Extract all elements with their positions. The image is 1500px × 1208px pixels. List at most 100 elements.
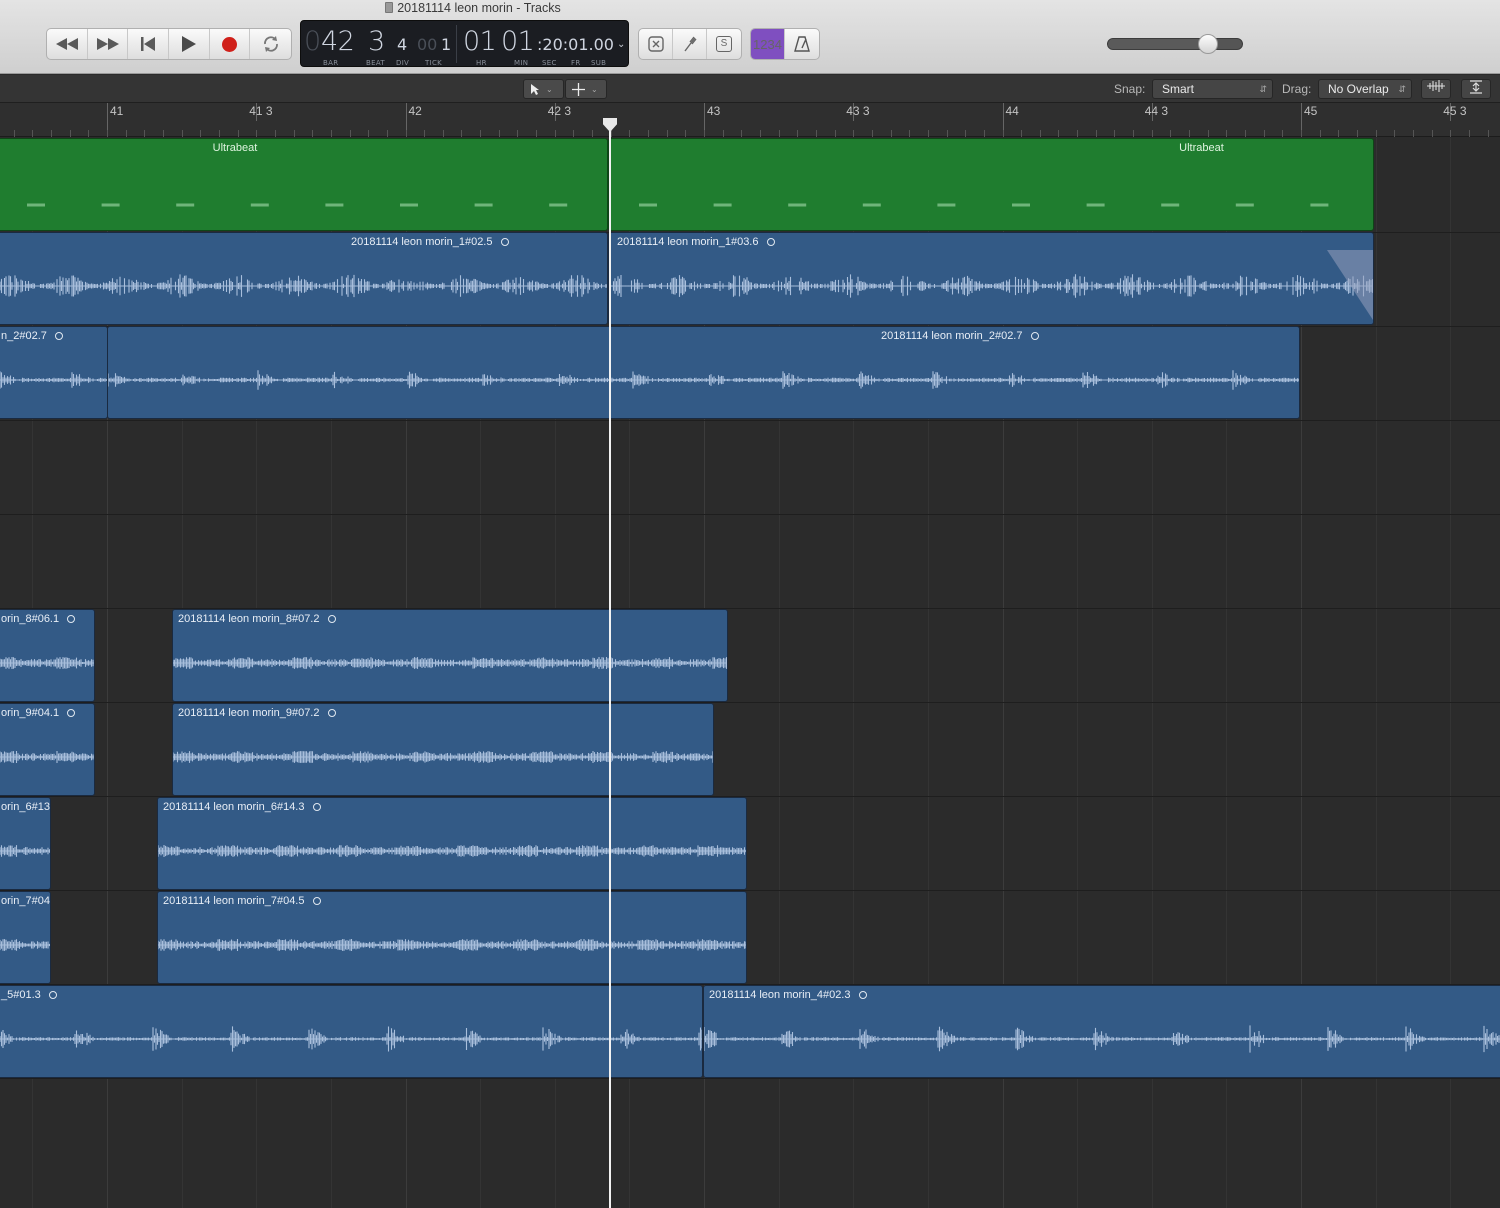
cycle-button[interactable] <box>250 29 291 59</box>
ruler-minor-tick <box>125 130 127 137</box>
lcd-label-div: DIV <box>396 59 410 67</box>
count-in-button[interactable]: 1234 <box>751 29 785 59</box>
loop-icon <box>54 332 63 340</box>
audio-region[interactable]: orin_7#04. <box>0 891 51 984</box>
ruler-minor-tick <box>704 130 705 137</box>
ruler-minor-tick <box>386 130 388 137</box>
vertical-zoom-button[interactable] <box>1461 79 1491 99</box>
region-name: 20181114 leon morin_9#07.2 <box>178 707 336 719</box>
midi-region[interactable]: Ultrabeat <box>608 138 1374 231</box>
audio-region[interactable]: 20181114 leon morin_9#07.2 <box>172 703 714 796</box>
record-button[interactable] <box>210 29 251 59</box>
rewind-button[interactable] <box>47 29 88 59</box>
waveform <box>158 845 746 857</box>
master-volume-slider[interactable] <box>1107 38 1243 50</box>
audio-region[interactable]: 20181114 leon morin_2#02.7 <box>107 326 1300 419</box>
ruler-minor-tick <box>853 130 855 137</box>
ruler-minor-tick <box>405 130 407 137</box>
lcd-beat: 3 <box>368 26 385 57</box>
replace-icon <box>647 36 664 52</box>
track-lane-divider <box>0 1078 1500 1079</box>
audio-region[interactable]: _5#01.3 <box>0 985 703 1078</box>
metronome-icon <box>794 36 810 52</box>
ruler-minor-tick <box>554 130 556 137</box>
ruler-minor-tick <box>1095 130 1097 137</box>
ruler-minor-tick <box>946 130 948 137</box>
ruler-minor-tick <box>498 130 500 137</box>
audio-region[interactable]: n_2#02.7 <box>0 326 108 419</box>
replace-button[interactable] <box>639 29 673 59</box>
lcd-label-fr: FR <box>571 59 581 67</box>
ruler-minor-tick <box>51 130 53 137</box>
play-button[interactable] <box>169 29 210 59</box>
audio-region[interactable]: orin_8#06.1 <box>0 609 95 702</box>
loop-icon <box>327 615 336 623</box>
ruler-minor-tick <box>480 130 482 137</box>
playhead-line[interactable] <box>609 120 611 1208</box>
ruler-minor-tick <box>909 130 911 137</box>
ruler-minor-tick <box>1133 130 1135 137</box>
lcd-chevron-down-icon[interactable]: ⌄ <box>617 39 625 50</box>
waveform <box>0 751 94 763</box>
lcd-label-bar: BAR <box>323 59 339 67</box>
audio-region[interactable]: 20181114 leon morin_6#14.3 <box>157 797 747 890</box>
ruler-minor-tick <box>685 130 687 137</box>
ruler-minor-tick <box>965 130 967 137</box>
ruler-minor-tick <box>13 130 15 137</box>
metronome-button[interactable] <box>785 29 819 59</box>
region-name: orin_9#04.1 <box>1 707 76 719</box>
rewind-icon <box>55 38 78 50</box>
tuner-button[interactable] <box>673 29 707 59</box>
audio-region[interactable]: orin_9#04.1 <box>0 703 95 796</box>
chevron-down-icon: ⌄ <box>546 84 553 94</box>
ruler-minor-tick <box>424 130 426 137</box>
fast-forward-button[interactable] <box>88 29 129 59</box>
command-click-tool-menu[interactable]: ⌄ <box>565 79 607 99</box>
go-to-start-button[interactable] <box>128 29 170 59</box>
lcd-label-beat: BEAT <box>366 59 385 67</box>
snap-popup[interactable]: Smart ⇵ <box>1152 79 1273 99</box>
waveform-zoom-icon <box>1427 80 1445 92</box>
window-title: 20181114 leon morin - Tracks <box>0 0 928 16</box>
ruler-label: 41 <box>110 104 124 118</box>
midi-region[interactable]: Ultrabeat <box>0 138 608 231</box>
tracks-area[interactable]: Ultrabeat Ultrabeat 20181114 leon morin_1#… <box>0 138 1500 1208</box>
lcd-display[interactable]: 0 42 3 4 00 1 BAR BEAT DIV TICK 01 01 :2… <box>300 20 629 67</box>
ruler-minor-tick <box>983 130 985 137</box>
audio-region[interactable]: 20181114 leon morin_1#03.6 <box>608 232 1374 325</box>
drag-label: Drag: <box>1282 82 1312 96</box>
fade-out-handle[interactable] <box>1327 250 1373 325</box>
ruler-minor-tick <box>1412 130 1414 137</box>
audio-region[interactable]: 20181114 leon morin_1#02.5 <box>0 232 608 325</box>
drag-popup[interactable]: No Overlap ⇵ <box>1318 79 1412 99</box>
lcd-min: 01 <box>501 26 535 57</box>
lcd-div: 4 <box>397 35 408 54</box>
ruler-minor-tick <box>1468 130 1470 137</box>
ruler-minor-tick <box>293 130 295 137</box>
ruler-minor-tick <box>1207 130 1209 137</box>
waveform <box>173 657 727 669</box>
waveform-zoom-button[interactable] <box>1421 79 1451 99</box>
play-icon <box>181 36 196 52</box>
ruler-label: 42 3 <box>547 104 572 118</box>
ruler-minor-tick <box>32 130 34 137</box>
document-icon <box>385 2 394 13</box>
audio-region[interactable]: orin_6#13. <box>0 797 51 890</box>
solo-button[interactable]: S <box>707 29 741 59</box>
audio-region[interactable]: 20181114 leon morin_8#07.2 <box>172 609 728 702</box>
ruler-minor-tick <box>1487 130 1489 137</box>
ruler-minor-tick <box>1375 130 1377 137</box>
audio-region[interactable]: 20181114 leon morin_7#04.5 <box>157 891 747 984</box>
loop-icon <box>766 238 775 246</box>
ruler-label: 45 3 <box>1443 104 1467 118</box>
ruler-minor-tick <box>144 130 146 137</box>
region-name: _5#01.3 <box>1 989 57 1001</box>
ruler-minor-tick <box>573 130 575 137</box>
master-volume-knob[interactable] <box>1197 34 1218 54</box>
audio-region[interactable]: 20181114 leon morin_4#02.3 <box>703 985 1500 1078</box>
bar-ruler[interactable]: 41 41 3 42 42 3 43 43 3 44 44 3 45 45 3 <box>0 103 1500 137</box>
loop-icon <box>312 803 321 811</box>
waveform <box>639 203 1329 207</box>
ruler-minor-tick <box>815 130 817 137</box>
left-click-tool-menu[interactable]: ⌄ <box>523 79 564 99</box>
